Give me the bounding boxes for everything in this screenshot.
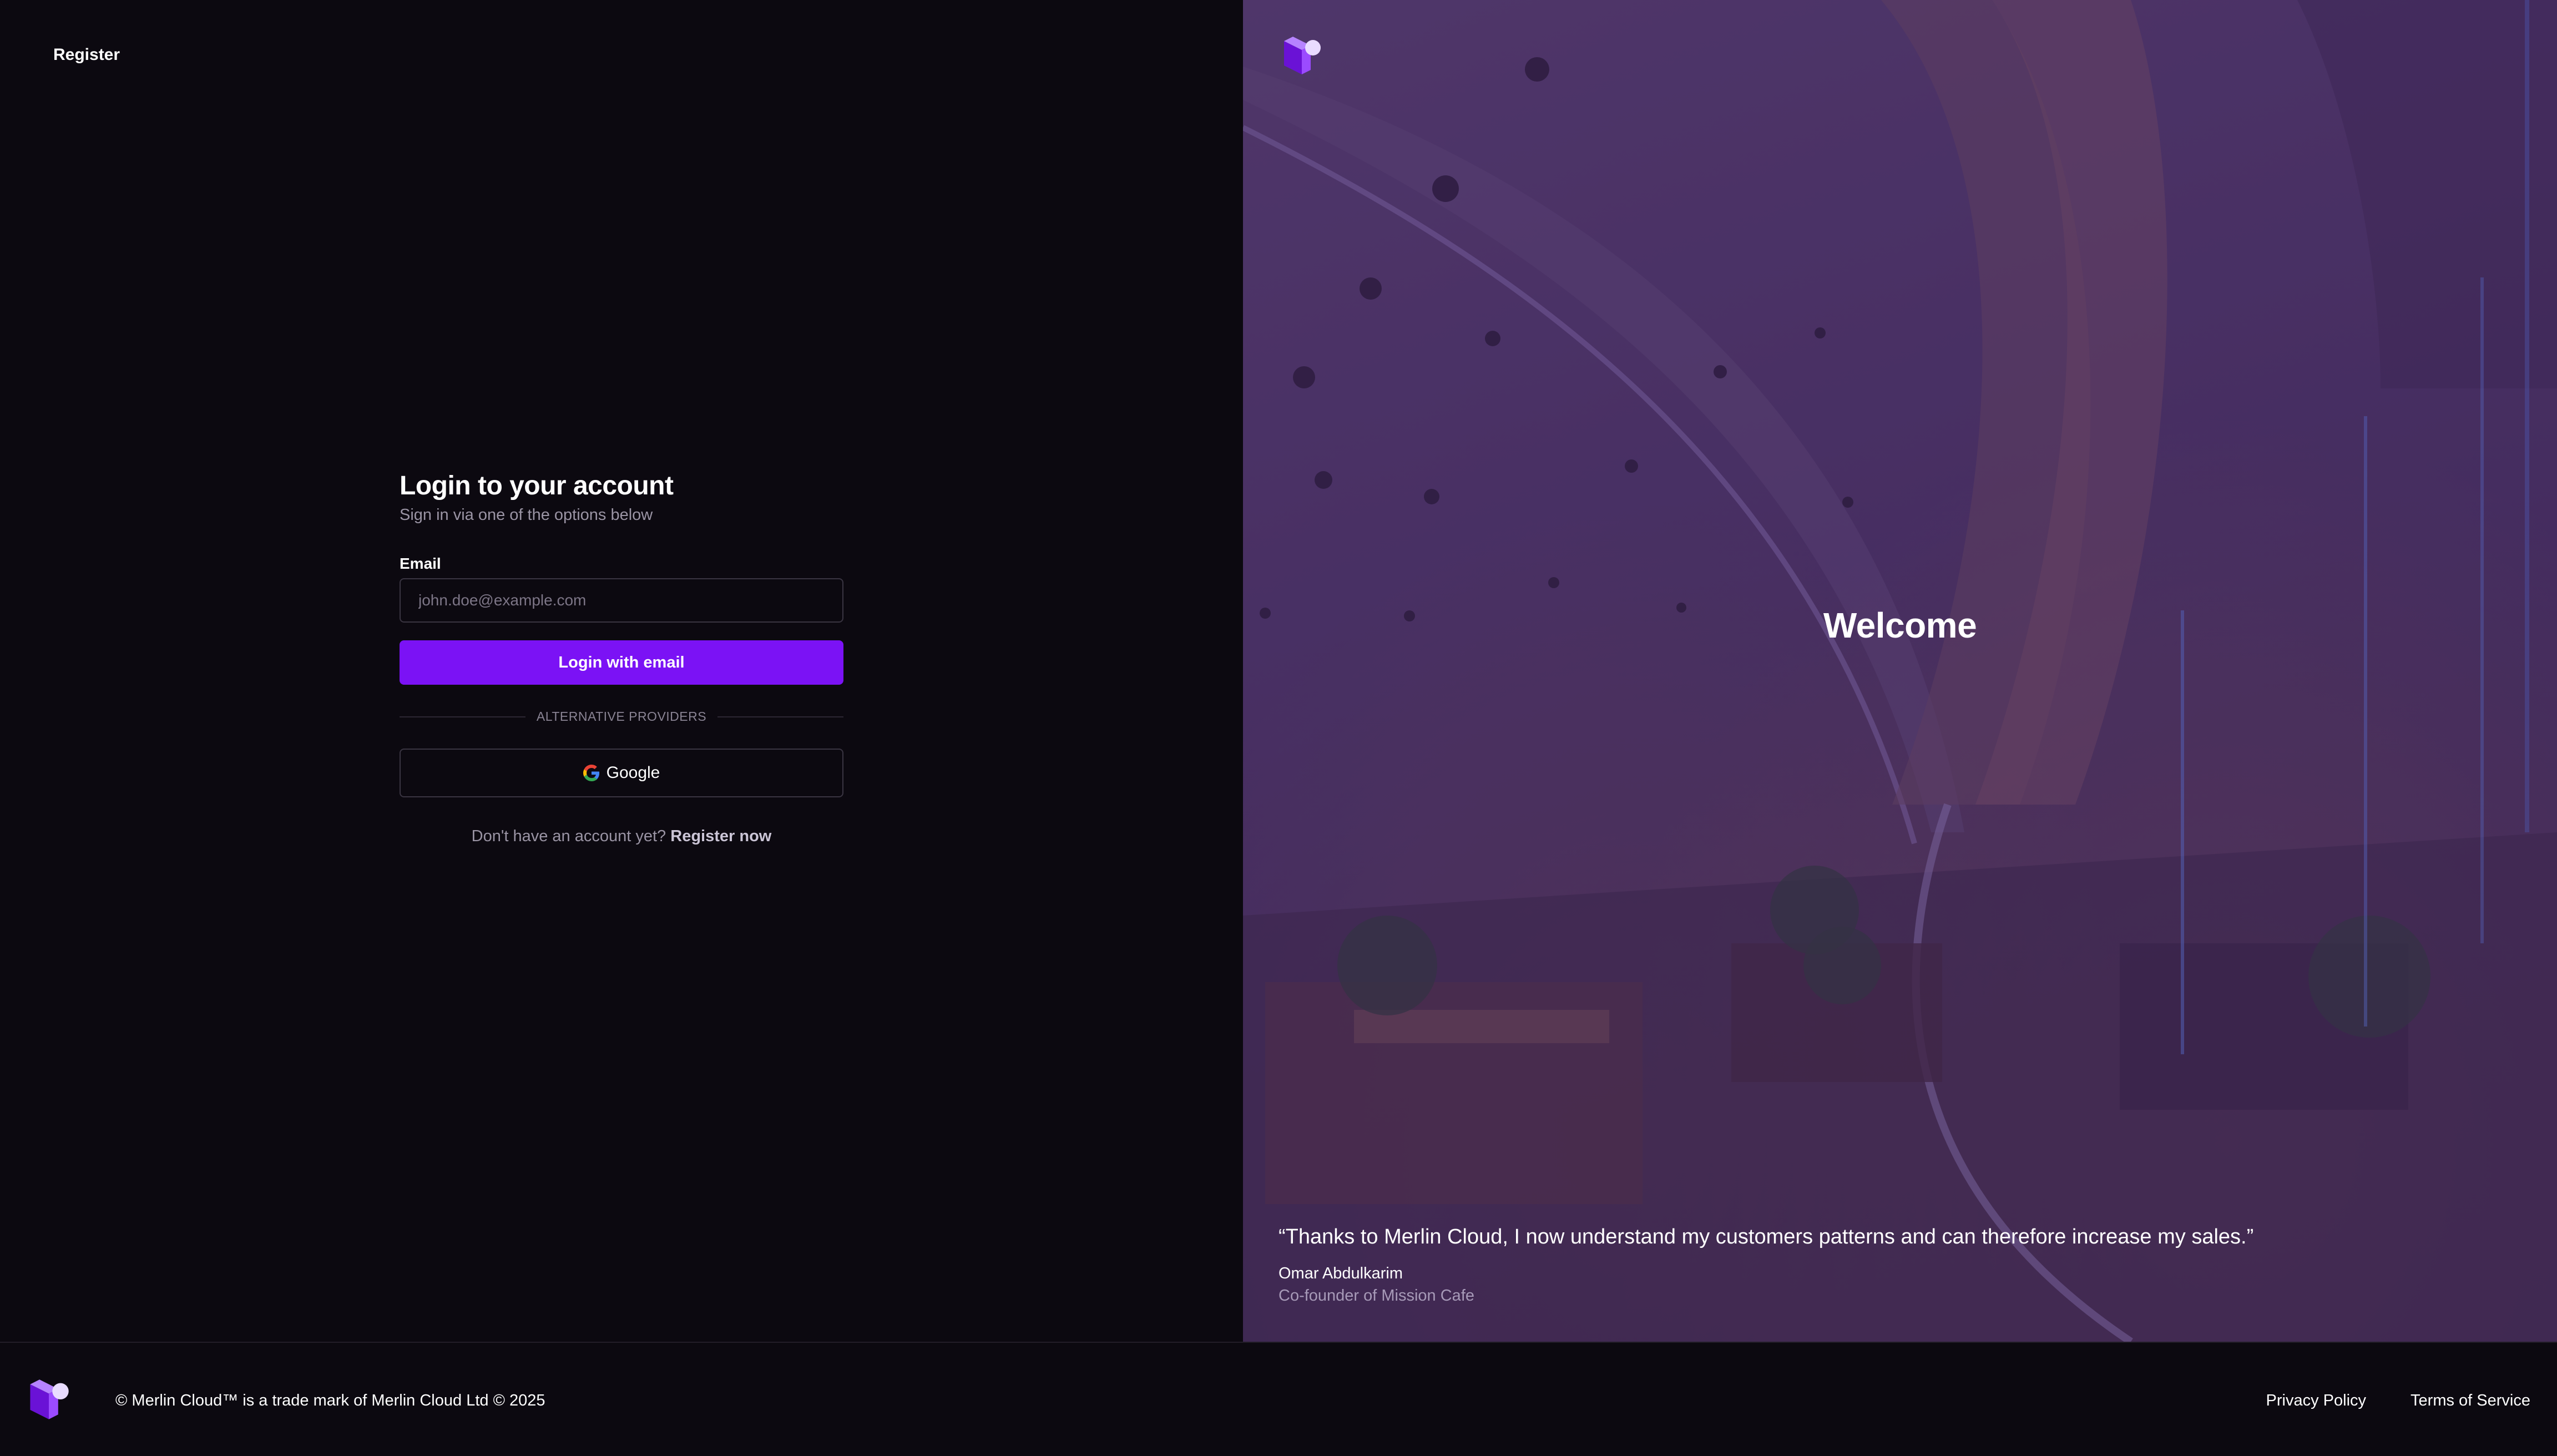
email-input[interactable] [400,578,843,623]
google-login-button[interactable]: Google [400,749,843,797]
signup-prompt: Don't have an account yet? Register now [400,827,843,846]
hero-panel: Welcome “Thanks to Merlin Cloud, I now u… [1243,0,2557,1342]
register-link[interactable]: Register [53,46,120,64]
divider-line-right [717,716,843,717]
no-account-text: Don't have an account yet? [471,827,666,845]
google-button-label: Google [606,764,660,782]
footer-links: Privacy Policy Terms of Service [2266,1389,2530,1412]
google-g-icon [583,765,599,781]
login-with-email-button[interactable]: Login with email [400,640,843,685]
email-label: Email [400,555,441,572]
testimonial-author-role: Co-founder of Mission Cafe [1278,1287,1474,1305]
divider-line-left [400,716,525,717]
login-form: Login to your account Sign in via one of… [400,469,843,846]
copyright-text: © Merlin Cloud™ is a trade mark of Merli… [115,1392,545,1409]
hero-tint-overlay [1243,0,2557,1342]
page-title: Login to your account [400,471,674,501]
welcome-heading: Welcome [1823,605,1977,645]
login-panel: Register Login to your account Sign in v… [0,0,1243,1342]
privacy-policy-link[interactable]: Privacy Policy [2266,1389,2367,1412]
merlin-cloud-logo [1284,37,1321,74]
testimonial-author: Omar Abdulkarim [1278,1265,1403,1282]
page-footer: © Merlin Cloud™ is a trade mark of Merli… [0,1342,2557,1456]
testimonial-quote: “Thanks to Merlin Cloud, I now understan… [1278,1225,2254,1248]
register-now-link[interactable]: Register now [670,827,771,845]
login-page: Register Login to your account Sign in v… [0,0,2557,1456]
terms-of-service-link[interactable]: Terms of Service [2411,1389,2530,1412]
providers-divider: ALTERNATIVE PROVIDERS [400,709,843,724]
merlin-cloud-logo [30,1379,69,1419]
page-subtitle: Sign in via one of the options below [400,506,653,524]
divider-text: ALTERNATIVE PROVIDERS [536,709,707,724]
